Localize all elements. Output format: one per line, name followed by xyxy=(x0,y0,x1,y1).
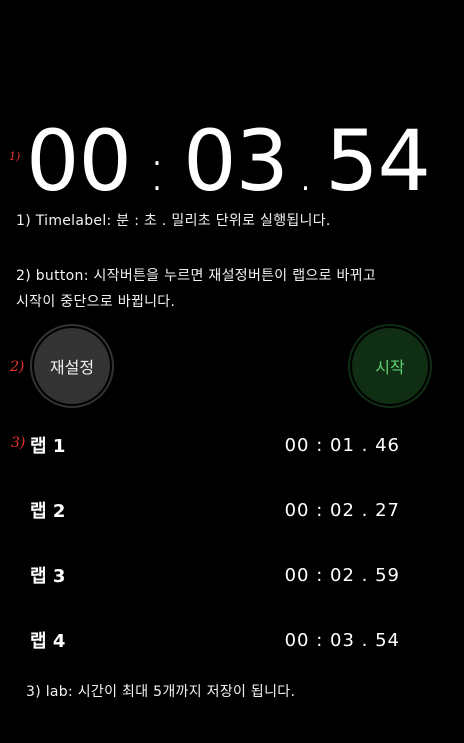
note-button-line-2: 시작이 중단으로 바뀝니다. xyxy=(16,294,176,310)
timer-minutes: 00 xyxy=(26,112,132,210)
lap-row: 랩 4 00 : 03 . 54 xyxy=(30,625,400,655)
timer-colon: : xyxy=(146,135,168,205)
lap-time: 00 : 02 . 27 xyxy=(284,499,400,521)
time-label: 00 : 03 . 54 xyxy=(26,115,446,207)
timer-centiseconds: 54 xyxy=(325,112,431,210)
note-button-line-1: 2) button: 시작버튼을 누르면 재설정버튼이 랩으로 바뀌고 xyxy=(16,268,377,284)
lap-time: 00 : 01 . 46 xyxy=(284,434,400,456)
lap-row: 랩 1 00 : 01 . 46 xyxy=(30,430,400,460)
start-button[interactable]: 시작 xyxy=(352,328,428,404)
reset-button[interactable]: 재설정 xyxy=(34,328,110,404)
lap-time: 00 : 03 . 54 xyxy=(284,629,400,651)
lap-label: 랩 2 xyxy=(30,501,66,522)
timer-seconds: 03 xyxy=(183,112,289,210)
lap-label: 랩 3 xyxy=(30,566,66,587)
lap-time: 00 : 02 . 59 xyxy=(284,564,400,586)
annotation-marker-2: 2) xyxy=(10,359,25,375)
annotation-marker-1: 1) xyxy=(9,150,21,163)
note-lab: 3) lab: 시간이 최대 5개까지 저장이 됩니다. xyxy=(26,684,296,700)
lap-label: 랩 4 xyxy=(30,631,66,652)
lap-label: 랩 1 xyxy=(30,436,66,457)
note-button: 2) button: 시작버튼을 누르면 재설정버튼이 랩으로 바뀌고 시작이 … xyxy=(16,263,456,315)
lap-row: 랩 2 00 : 02 . 27 xyxy=(30,495,400,525)
annotation-marker-3: 3) xyxy=(11,435,26,451)
lap-row: 랩 3 00 : 02 . 59 xyxy=(30,560,400,590)
timer-dot: . xyxy=(296,135,316,205)
note-timelabel: 1) Timelabel: 분 : 초 . 밀리초 단위로 실행됩니다. xyxy=(16,213,331,229)
